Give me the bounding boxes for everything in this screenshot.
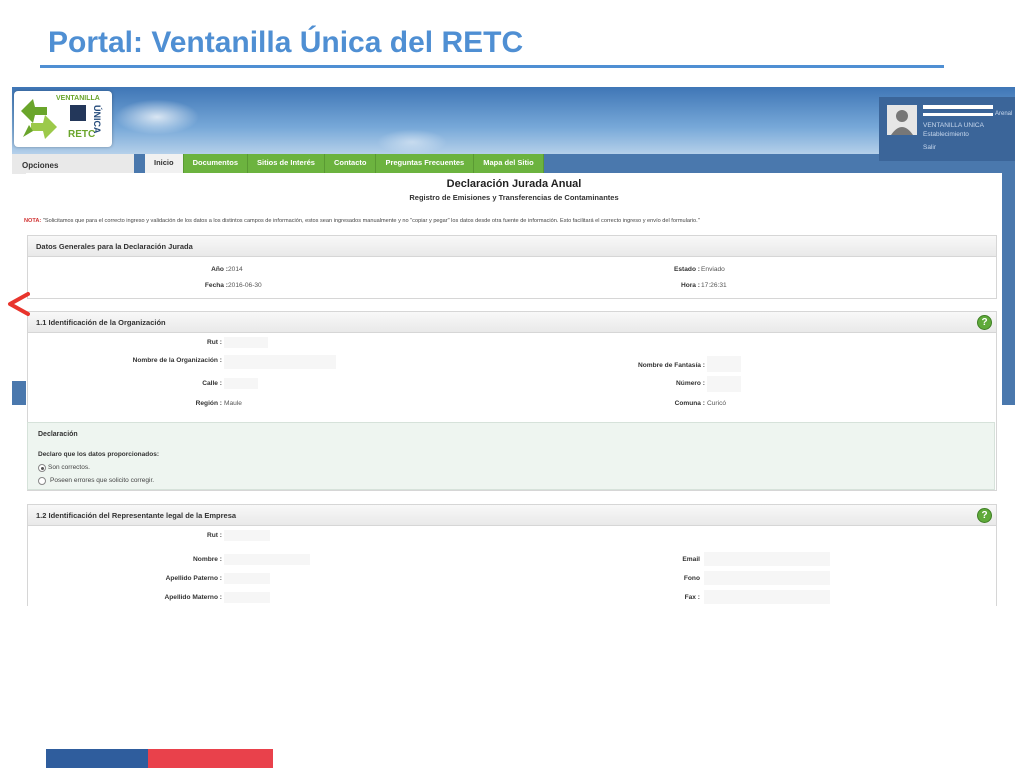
rep-name-label: Nombre : — [193, 556, 222, 563]
tab-sitios-de-interes[interactable]: Sitios de Interés — [248, 154, 325, 173]
logo-square — [70, 105, 86, 121]
left-sidebar — [12, 174, 26, 381]
retc-logo[interactable]: VENTANILLA ÚNICA RETC — [14, 91, 112, 147]
representative-title: 1.2 Identificación del Representante leg… — [36, 511, 237, 520]
note-label: NOTA: — [24, 218, 42, 224]
tab-documentos[interactable]: Documentos — [183, 154, 249, 173]
number-label: Número : — [676, 380, 705, 387]
main-nav: Inicio Documentos Sitios de Interés Cont… — [145, 154, 544, 173]
header-banner — [12, 87, 1015, 154]
org-name-value — [224, 355, 336, 369]
representative-header: 1.2 Identificación del Representante leg… — [28, 505, 996, 526]
user-name-redacted — [923, 105, 993, 109]
maternal-surname-label: Apellido Materno : — [164, 594, 222, 601]
fantasy-name-value — [707, 356, 741, 372]
user-email-redacted — [923, 113, 993, 116]
logo-bottom-text: RETC — [68, 129, 96, 140]
logout-link[interactable]: Salir — [923, 144, 936, 151]
declaration-form: Declaración Jurada Anual Registro de Emi… — [24, 173, 1002, 606]
note-text: "Solicitamos que para el correcto ingres… — [42, 218, 700, 224]
declaration-section: Declaración Declaro que los datos propor… — [27, 422, 995, 490]
phone-value — [704, 571, 830, 585]
email-value — [704, 552, 830, 566]
options-label: Opciones — [22, 161, 59, 170]
organization-title: 1.1 Identificación de la Organización — [36, 318, 166, 327]
year-value: 2014 — [228, 266, 243, 273]
date-label: Fecha : — [204, 282, 228, 289]
form-subtitle: Registro de Emisiones y Transferencias d… — [409, 193, 619, 202]
org-rut-value — [224, 337, 268, 348]
region-value: Maule — [224, 400, 242, 407]
paternal-surname-value — [224, 573, 270, 584]
logo-top-text: VENTANILLA — [56, 95, 100, 102]
rep-name-value — [224, 554, 310, 565]
phone-label: Fono — [683, 575, 700, 582]
general-data-title: Datos Generales para la Declaración Jura… — [36, 242, 193, 251]
region-label: Región : — [195, 400, 222, 407]
maternal-surname-value — [224, 592, 270, 603]
user-type: Establecimiento — [923, 131, 969, 138]
number-value — [707, 376, 741, 392]
arrows-logo-icon — [21, 99, 57, 139]
option-correct-label: Son correctos. — [48, 464, 90, 471]
year-label: Año : — [211, 266, 228, 273]
rep-rut-label: Rut : — [206, 532, 222, 539]
status-label: Estado : — [673, 266, 700, 273]
org-rut-label: Rut : — [206, 339, 222, 346]
date-value: 2016-06-30 — [228, 282, 262, 289]
radio-errors[interactable] — [38, 477, 46, 485]
user-role: VENTANILLA UNICA — [923, 122, 984, 129]
time-value: 17:26:31 — [701, 282, 727, 289]
status-value: Enviado — [701, 266, 725, 273]
tab-contacto[interactable]: Contacto — [324, 154, 377, 173]
time-label: Hora : — [680, 282, 700, 289]
radio-correct[interactable] — [38, 464, 46, 472]
footer-bar-blue — [46, 749, 148, 768]
form-note: NOTA: "Solicitamos que para el correcto … — [24, 218, 700, 224]
help-icon[interactable]: ? — [977, 315, 992, 330]
slide-title: Portal: Ventanilla Única del RETC — [48, 26, 524, 59]
rep-rut-value — [224, 530, 270, 541]
form-title: Declaración Jurada Anual — [446, 178, 582, 190]
help-icon[interactable]: ? — [977, 508, 992, 523]
tab-mapa-del-sitio[interactable]: Mapa del Sitio — [474, 154, 544, 173]
fax-value — [704, 590, 830, 604]
commune-value: Curicó — [707, 400, 727, 407]
declaration-title: Declaración — [38, 431, 78, 438]
option-errors-label: Poseen errores que solicito corregir. — [50, 477, 155, 484]
street-label: Calle : — [202, 380, 222, 387]
email-label: Email — [682, 556, 700, 563]
general-data-panel: Datos Generales para la Declaración Jura… — [27, 235, 997, 299]
representative-panel: 1.2 Identificación del Representante leg… — [27, 504, 997, 606]
declaration-question: Declaro que los datos proporcionados: — [38, 451, 159, 458]
fantasy-name-label: Nombre de Fantasía : — [637, 362, 705, 369]
street-value — [224, 378, 258, 389]
options-menu[interactable]: Opciones — [12, 154, 134, 174]
red-arrow-icon — [8, 292, 30, 316]
footer-bar-red — [148, 749, 273, 768]
fax-label: Fax : — [684, 594, 700, 601]
general-data-header: Datos Generales para la Declaración Jura… — [28, 236, 996, 257]
user-avatar-icon — [887, 105, 917, 135]
user-extra: Arenal — [995, 111, 1013, 117]
tab-preguntas-frecuentes[interactable]: Preguntas Frecuentes — [376, 154, 475, 173]
user-panel: Arenal VENTANILLA UNICA Establecimiento … — [879, 97, 1015, 161]
tab-inicio[interactable]: Inicio — [145, 154, 184, 173]
commune-label: Comuna : — [674, 400, 705, 407]
paternal-surname-label: Apellido Paterno : — [165, 575, 222, 582]
org-name-label: Nombre de la Organización : — [132, 357, 222, 364]
organization-header: 1.1 Identificación de la Organización ? — [28, 312, 996, 333]
title-underline — [40, 65, 944, 68]
